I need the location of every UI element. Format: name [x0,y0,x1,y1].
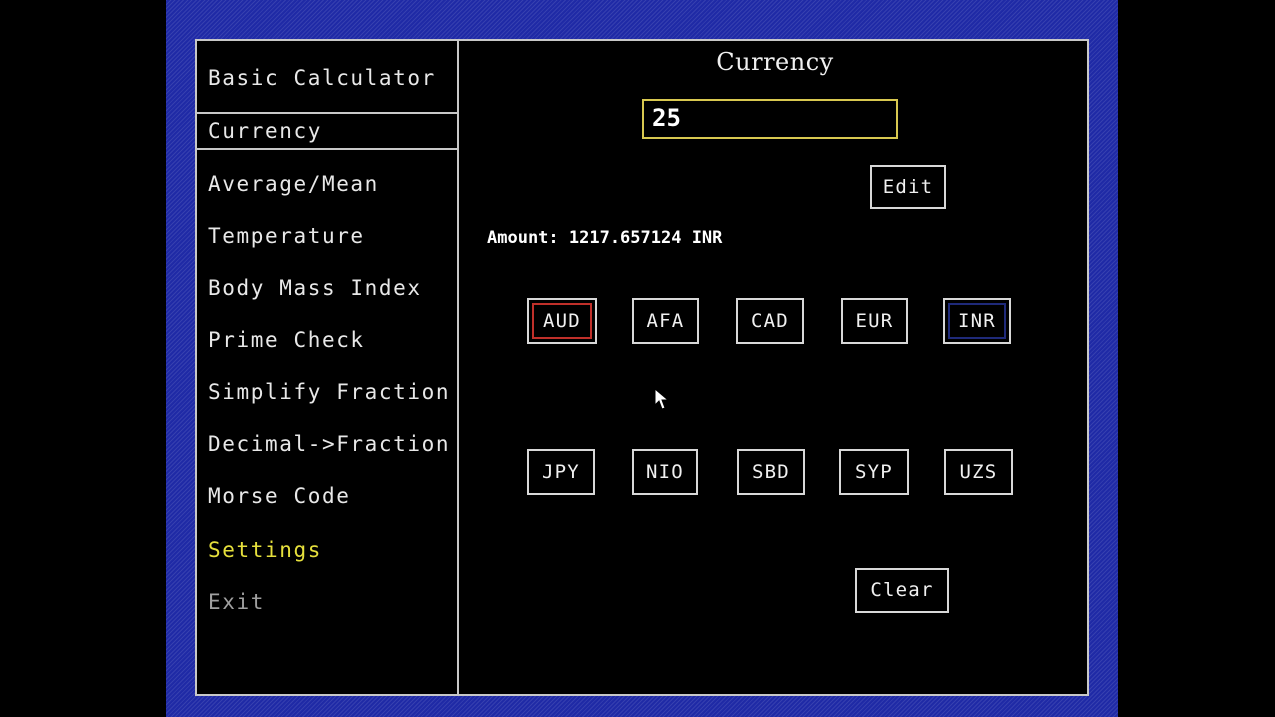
menu-item-currency[interactable]: Currency [197,112,457,150]
edit-button[interactable]: Edit [870,165,946,209]
menu-item-simplify-fraction[interactable]: Simplify Fraction [197,374,457,410]
currency-button-inr[interactable]: INR [943,298,1011,344]
menu-item-body-mass-index[interactable]: Body Mass Index [197,270,457,306]
menu-item-settings[interactable]: Settings [197,532,457,568]
mouse-pointer-icon [654,388,670,410]
currency-button-nio[interactable]: NIO [632,449,698,495]
clear-button[interactable]: Clear [855,568,949,613]
menu-item-average-mean[interactable]: Average/Mean [197,166,457,202]
currency-button-cad[interactable]: CAD [736,298,804,344]
sidebar-menu: Basic Calculator Currency Average/Mean T… [197,41,459,694]
currency-button-jpy[interactable]: JPY [527,449,595,495]
menu-item-exit[interactable]: Exit [197,584,457,620]
menu-item-prime-check[interactable]: Prime Check [197,322,457,358]
menu-item-morse-code[interactable]: Morse Code [197,478,457,514]
menu-item-temperature[interactable]: Temperature [197,218,457,254]
amount-input[interactable]: 25 [642,99,898,139]
currency-button-eur[interactable]: EUR [841,298,908,344]
converted-amount-text: Amount: 1217.657124 INR [487,228,723,248]
currency-button-uzs[interactable]: UZS [944,449,1013,495]
currency-button-aud[interactable]: AUD [527,298,597,344]
currency-button-sbd[interactable]: SBD [737,449,805,495]
currency-button-afa[interactable]: AFA [632,298,699,344]
currency-button-syp[interactable]: SYP [839,449,909,495]
menu-item-basic-calculator[interactable]: Basic Calculator [197,60,457,96]
page-title: Currency [716,48,834,76]
menu-item-decimal-fraction[interactable]: Decimal->Fraction [197,426,457,462]
